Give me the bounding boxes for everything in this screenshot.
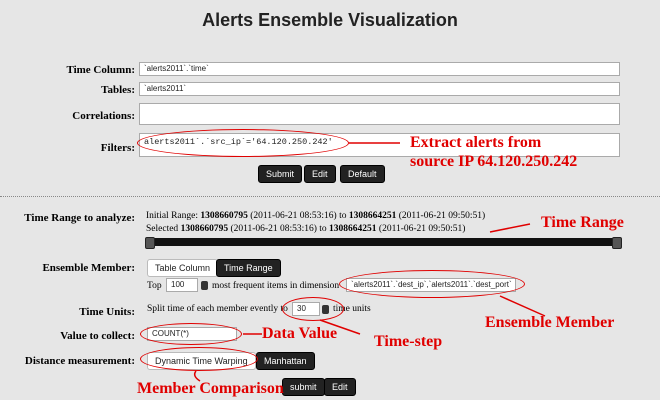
annotation-data-value: Data Value — [262, 325, 338, 342]
annotation-extract-line1: Extract alerts from — [410, 134, 542, 151]
annotation-extract-line2: source IP 64.120.250.242 — [410, 153, 578, 170]
annotation-time-step: Time-step — [374, 333, 443, 350]
annotation-time-range: Time Range — [541, 214, 624, 231]
annotation-member-comparison: Member Comparison — [137, 380, 284, 397]
ensemble-callout-line — [499, 295, 546, 317]
time-range-callout-line — [489, 223, 531, 233]
annotation-ensemble-member: Ensemble Member — [485, 314, 615, 331]
